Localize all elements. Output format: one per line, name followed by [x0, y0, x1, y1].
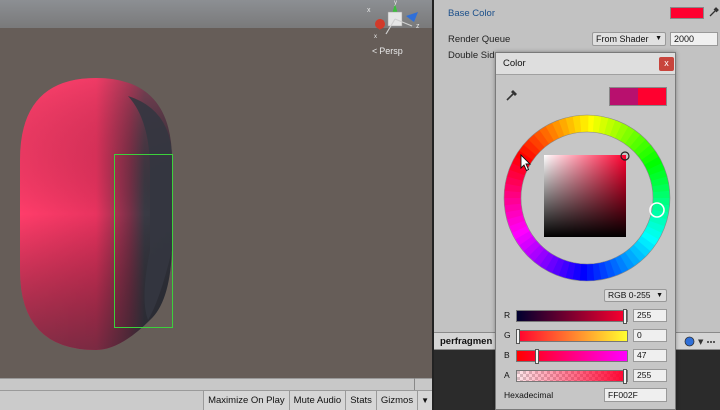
- channel-label: A: [504, 370, 510, 380]
- channel-slider-g[interactable]: [516, 329, 628, 344]
- channel-slider-r[interactable]: [516, 309, 628, 324]
- gizmos-dropdown-icon[interactable]: ▼: [417, 391, 432, 410]
- render-queue-mode: From Shader: [596, 34, 649, 44]
- svg-text:x: x: [374, 34, 377, 40]
- hue-wheel[interactable]: [502, 113, 672, 283]
- render-queue-field[interactable]: 2000: [670, 32, 718, 46]
- game-view-toolbar: Maximize On Play Mute Audio Stats Gizmos…: [0, 390, 432, 410]
- previous-color-swatch[interactable]: [610, 88, 638, 105]
- slider-handle[interactable]: [516, 329, 520, 344]
- slider-handle[interactable]: [623, 369, 627, 384]
- eyedropper-icon[interactable]: [708, 6, 720, 18]
- channel-slider-b[interactable]: [516, 349, 628, 364]
- chevron-down-icon: ▼: [656, 292, 663, 299]
- slider-handle[interactable]: [623, 309, 627, 324]
- base-color-swatch[interactable]: [670, 7, 704, 19]
- mute-audio-button[interactable]: Mute Audio: [288, 391, 346, 410]
- scrollbar-handle[interactable]: [414, 378, 420, 390]
- hex-label: Hexadecimal: [504, 390, 554, 400]
- stats-button[interactable]: Stats: [345, 391, 376, 410]
- slider-handle[interactable]: [535, 349, 540, 364]
- chevron-down-icon: ▼: [655, 35, 662, 42]
- mouse-cursor-icon: [520, 154, 532, 172]
- scene-view[interactable]: x y z x < Persp Maximize On Play Mute Au…: [0, 0, 432, 410]
- channel-row-r: R 255: [496, 309, 675, 324]
- current-color-swatch: [638, 88, 666, 105]
- channel-value-r[interactable]: 255: [633, 309, 667, 322]
- channel-row-a: A 255: [496, 369, 675, 384]
- channel-label: B: [504, 350, 510, 360]
- channel-value-a[interactable]: 255: [633, 369, 667, 382]
- capsule-object[interactable]: [0, 0, 432, 378]
- saturation-value-square[interactable]: [544, 155, 626, 237]
- channel-value-b[interactable]: 47: [633, 349, 667, 362]
- scene-scrollbar[interactable]: [0, 378, 432, 390]
- hex-input[interactable]: FF002F: [604, 388, 667, 402]
- svg-text:y: y: [394, 0, 397, 6]
- channel-value-g[interactable]: 0: [633, 329, 667, 342]
- sphere-preview-icon[interactable]: [684, 336, 695, 347]
- screen: x y z x < Persp Maximize On Play Mute Au…: [0, 0, 720, 410]
- color-mode-label: RGB 0-255: [608, 290, 651, 300]
- perspective-icon: <: [372, 46, 378, 56]
- color-window-title: Color: [503, 58, 526, 69]
- channel-row-b: B 47: [496, 349, 675, 364]
- channel-row-g: G 0: [496, 329, 675, 344]
- maximize-on-play-button[interactable]: Maximize On Play: [203, 391, 289, 410]
- persp-label: Persp: [379, 46, 403, 56]
- eyedropper-icon[interactable]: [505, 88, 519, 102]
- gizmos-button[interactable]: Gizmos: [375, 391, 418, 410]
- color-picker-window[interactable]: Color x RGB 0-255 ▼ R 255 G 0 B 47 A 255…: [495, 52, 676, 410]
- render-queue-label: Render Queue: [448, 34, 511, 45]
- color-mode-dropdown[interactable]: RGB 0-255 ▼: [604, 289, 667, 302]
- base-color-label: Base Color: [448, 8, 495, 19]
- svg-text:x: x: [367, 7, 371, 14]
- double-sided-label: Double Sid: [448, 50, 495, 61]
- asset-name: perfragmen: [440, 336, 493, 347]
- selection-outline: [114, 154, 173, 328]
- channel-label: R: [504, 310, 511, 320]
- channel-label: G: [504, 330, 511, 340]
- more-options-icon[interactable]: [706, 337, 716, 347]
- render-queue-dropdown[interactable]: From Shader ▼: [592, 32, 666, 46]
- color-preview[interactable]: [609, 87, 667, 106]
- projection-toggle[interactable]: < Persp: [372, 46, 403, 56]
- preview-controls: ▼: [684, 336, 716, 347]
- preview-dropdown-icon[interactable]: ▼: [698, 338, 703, 346]
- channel-slider-a[interactable]: [516, 369, 628, 384]
- svg-text:z: z: [416, 23, 420, 30]
- close-button[interactable]: x: [659, 57, 674, 71]
- orientation-gizmo-icon[interactable]: x y z x: [366, 0, 424, 44]
